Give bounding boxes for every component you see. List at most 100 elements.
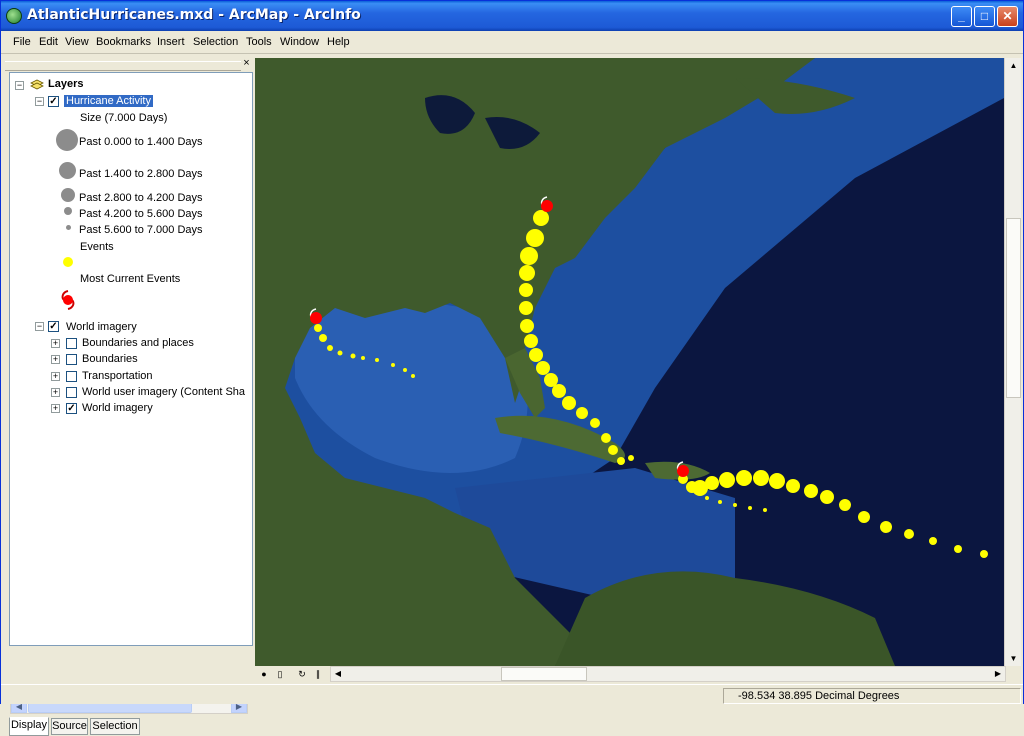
- track-event-marker: [705, 496, 709, 500]
- collapse-world-imagery-icon[interactable]: −: [35, 322, 44, 331]
- legend-class-4: Past 4.200 to 5.600 Days: [79, 208, 203, 220]
- map-view[interactable]: [255, 58, 1004, 666]
- track-event-marker: [576, 407, 588, 419]
- track-event-marker: [880, 521, 892, 533]
- arcmap-window: AtlanticHurricanes.mxd - ArcMap - ArcInf…: [0, 0, 1024, 736]
- menu-file[interactable]: File: [13, 36, 31, 48]
- track-event-marker: [736, 470, 752, 486]
- track-event-marker: [929, 537, 937, 545]
- map-vertical-scrollbar[interactable]: ▲ ▼: [1004, 58, 1021, 666]
- scroll-down-icon[interactable]: ▼: [1006, 651, 1021, 666]
- pause-drawing-icon[interactable]: ∥: [311, 667, 325, 681]
- menu-window[interactable]: Window: [280, 36, 319, 48]
- title-bar[interactable]: AtlanticHurricanes.mxd - ArcMap - ArcInf…: [1, 1, 1023, 31]
- user-imagery-checkbox[interactable]: [66, 387, 77, 398]
- track-event-marker: [753, 470, 769, 486]
- track-event-marker: [314, 324, 322, 332]
- map-scroll-right-icon[interactable]: ▶: [991, 667, 1005, 681]
- menu-selection[interactable]: Selection: [193, 36, 238, 48]
- track-event-marker: [719, 472, 735, 488]
- scroll-up-icon[interactable]: ▲: [1006, 58, 1021, 73]
- track-event-marker: [327, 345, 333, 351]
- size-class-symbol-2: [59, 162, 76, 179]
- world-imagery-checkbox[interactable]: ✓: [48, 321, 59, 332]
- track-event-marker: [769, 473, 785, 489]
- track-event-marker: [904, 529, 914, 539]
- refresh-icon[interactable]: ↻: [295, 667, 309, 681]
- map-scroll-left-icon[interactable]: ◀: [331, 667, 345, 681]
- layers-icon: [30, 79, 44, 90]
- track-event-marker: [519, 283, 533, 297]
- layer-hurricane-activity[interactable]: Hurricane Activity: [64, 95, 153, 107]
- map-view-bar: ● ▯ ↻ ∥ ◀ ▶: [255, 666, 1021, 682]
- expand-world-imagery-sub-icon[interactable]: +: [51, 404, 60, 413]
- toc-close-button[interactable]: ×: [241, 58, 252, 70]
- window-title: AtlanticHurricanes.mxd - ArcMap - ArcInf…: [27, 7, 361, 23]
- sublayer-user-imagery[interactable]: World user imagery (Content Sha: [82, 386, 245, 398]
- track-event-marker: [705, 476, 719, 490]
- track-event-marker: [980, 550, 988, 558]
- size-class-symbol-5: [66, 225, 71, 230]
- layout-view-icon[interactable]: ▯: [273, 667, 287, 681]
- menu-bookmarks[interactable]: Bookmarks: [96, 36, 151, 48]
- legend-current-label: Most Current Events: [80, 273, 181, 285]
- track-event-marker: [524, 334, 538, 348]
- track-event-marker: [839, 499, 851, 511]
- minimize-button[interactable]: _: [951, 6, 972, 27]
- track-event-marker: [350, 353, 356, 359]
- track-event-marker: [411, 374, 415, 378]
- maximize-button[interactable]: □: [974, 6, 995, 27]
- layer-world-imagery[interactable]: World imagery: [66, 321, 137, 333]
- boundaries-places-checkbox[interactable]: [66, 338, 77, 349]
- track-event-marker: [533, 210, 549, 226]
- track-event-marker: [718, 500, 722, 504]
- coordinate-readout: -98.534 38.895 Decimal Degrees: [723, 688, 1021, 704]
- close-button[interactable]: ✕: [997, 6, 1018, 27]
- boundaries-checkbox[interactable]: [66, 354, 77, 365]
- expand-boundaries-places-icon[interactable]: +: [51, 339, 60, 348]
- collapse-hurricane-icon[interactable]: −: [35, 97, 44, 106]
- layers-root-label[interactable]: Layers: [48, 78, 83, 90]
- legend-class-3: Past 2.800 to 4.200 Days: [79, 192, 203, 204]
- size-class-symbol-4: [64, 207, 72, 215]
- map-vscroll-thumb[interactable]: [1006, 218, 1021, 398]
- legend-class-5: Past 5.600 to 7.000 Days: [79, 224, 203, 236]
- track-event-marker: [858, 511, 870, 523]
- tab-selection[interactable]: Selection: [90, 718, 140, 735]
- sublayer-boundaries-places[interactable]: Boundaries and places: [82, 337, 194, 349]
- hurricane-activity-checkbox[interactable]: ✓: [48, 96, 59, 107]
- legend-size-heading: Size (7.000 Days): [80, 112, 168, 124]
- track-event-marker: [601, 433, 611, 443]
- world-imagery-sub-checkbox[interactable]: ✓: [66, 403, 77, 414]
- toc-drag-grip[interactable]: [5, 61, 241, 71]
- track-event-marker: [337, 350, 343, 356]
- transportation-checkbox[interactable]: [66, 371, 77, 382]
- map-horizontal-scrollbar[interactable]: ◀ ▶: [330, 666, 1006, 682]
- track-event-marker: [804, 484, 818, 498]
- map-canvas[interactable]: [255, 58, 1004, 666]
- menu-help[interactable]: Help: [327, 36, 350, 48]
- sublayer-transportation[interactable]: Transportation: [82, 370, 153, 382]
- track-event-marker: [552, 384, 566, 398]
- collapse-layers-icon[interactable]: −: [15, 81, 24, 90]
- track-event-marker: [536, 361, 550, 375]
- track-event-marker: [786, 479, 800, 493]
- menu-view[interactable]: View: [65, 36, 89, 48]
- menu-edit[interactable]: Edit: [39, 36, 58, 48]
- sublayer-boundaries[interactable]: Boundaries: [82, 353, 138, 365]
- menu-tools[interactable]: Tools: [246, 36, 272, 48]
- expand-boundaries-icon[interactable]: +: [51, 355, 60, 364]
- tab-source[interactable]: Source: [51, 718, 88, 735]
- sublayer-world-imagery[interactable]: World imagery: [82, 402, 153, 414]
- track-event-marker: [529, 348, 543, 362]
- track-event-marker: [391, 363, 395, 367]
- expand-user-imagery-icon[interactable]: +: [51, 388, 60, 397]
- expand-transportation-icon[interactable]: +: [51, 372, 60, 381]
- tab-display[interactable]: Display: [9, 717, 49, 736]
- track-event-marker: [319, 334, 327, 342]
- track-event-marker: [590, 418, 600, 428]
- hurricane-icon: [61, 290, 75, 310]
- data-view-icon[interactable]: ●: [257, 667, 271, 681]
- map-hscroll-thumb[interactable]: [501, 667, 587, 681]
- menu-insert[interactable]: Insert: [157, 36, 185, 48]
